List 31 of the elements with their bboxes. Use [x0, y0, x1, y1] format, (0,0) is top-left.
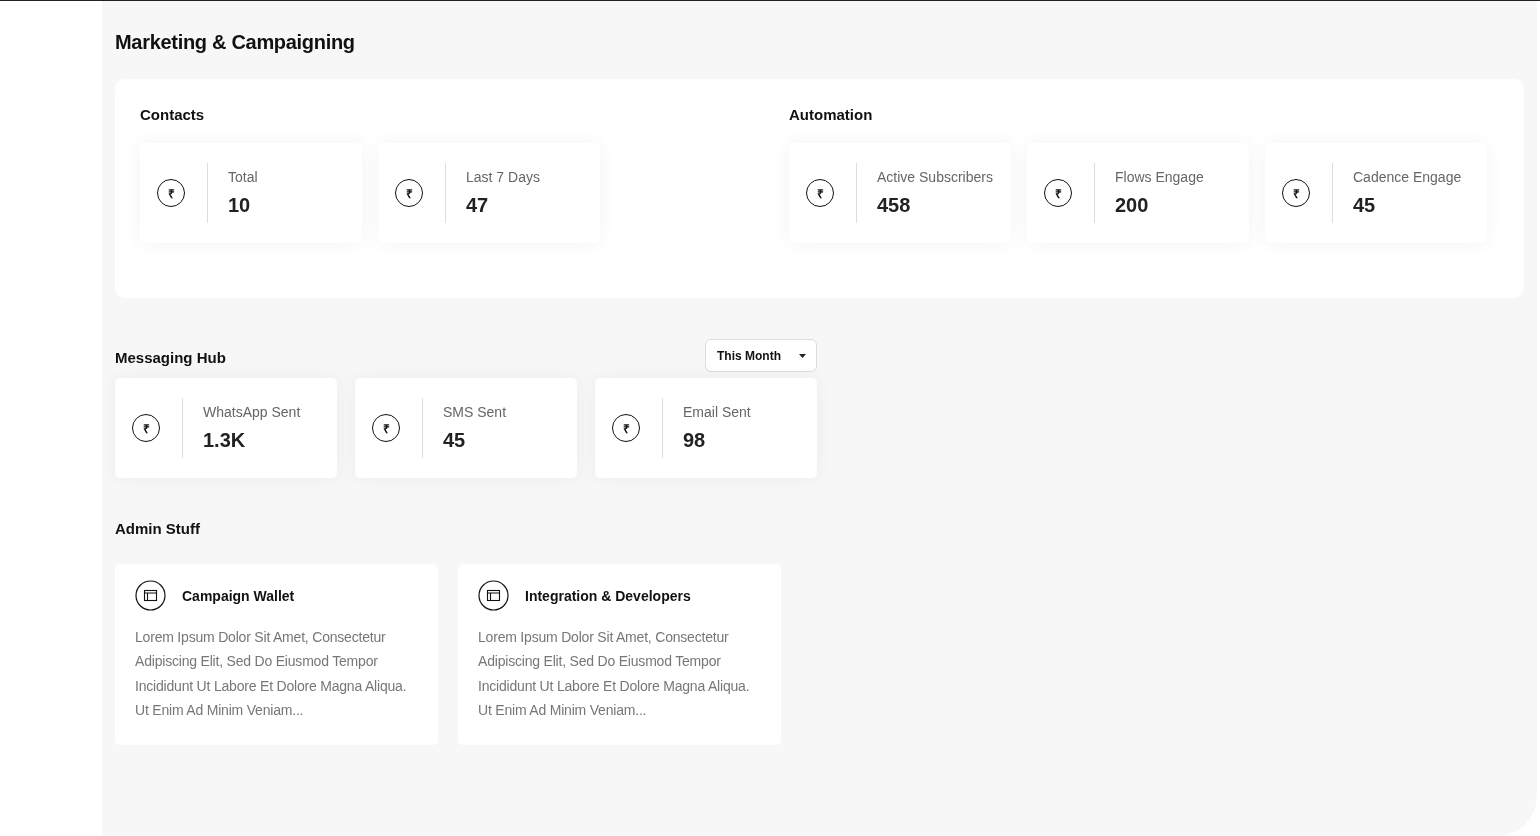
stat-value: 98: [683, 429, 707, 452]
stat-label: WhatsApp Sent: [203, 404, 301, 420]
card-description: Lorem Ipsum Dolor Sit Amet, Consectetur Adipiscing Elit, Sed Do Eiusmod Tempor Incididunt Ut Labore Et Dolore Magna Aliqua. Ut Enim Ad Minim Veniam...: [478, 628, 751, 720]
page-title: Marketing & Campaigning: [115, 31, 356, 54]
stat-value: 45: [443, 429, 467, 452]
stat-label: Active Subscribers: [877, 169, 993, 185]
card-title: Integration & Developers: [525, 587, 691, 604]
stat-value: 1.3K: [203, 429, 247, 452]
stat-label: Last 7 Days: [466, 169, 540, 185]
stat-label: Total: [228, 169, 258, 185]
section-heading: Messaging Hub: [115, 349, 226, 368]
layout-icon: [478, 580, 509, 611]
stat-label: Flows Engage: [1115, 169, 1204, 185]
caret-icon: [799, 353, 806, 358]
card-title: Campaign Wallet: [182, 587, 295, 604]
layout-icon: [135, 580, 166, 611]
stat-value: 10: [228, 194, 252, 217]
stat-label: Email Sent: [683, 404, 751, 420]
section-heading: Automation: [789, 106, 874, 123]
stat-label: SMS Sent: [443, 404, 507, 420]
stat-value: 458: [877, 194, 912, 217]
section-heading: Admin Stuff: [115, 520, 201, 539]
stat-value: 200: [1115, 194, 1150, 217]
admin-card[interactable]: Campaign Wallet Lorem Ipsum Dolor Sit Amet, Consectetur Adipiscing Elit, Sed Do Eiusmod Tempor Incididunt Ut Labore Et Dolore Magna Aliqua. Ut Enim Ad Minim Veniam...: [115, 564, 438, 745]
stat-value: 45: [1353, 194, 1377, 217]
admin-card[interactable]: Integration & Developers Lorem Ipsum Dolor Sit Amet, Consectetur Adipiscing Elit, Sed Do Eiusmod Tempor Incididunt Ut Labore Et Dolore Magna Aliqua. Ut Enim Ad Minim Veniam...: [458, 564, 781, 745]
stat-value: 47: [466, 194, 490, 217]
period-dropdown[interactable]: This Month: [705, 339, 817, 372]
card-description: Lorem Ipsum Dolor Sit Amet, Consectetur Adipiscing Elit, Sed Do Eiusmod Tempor Incididunt Ut Labore Et Dolore Magna Aliqua. Ut Enim Ad Minim Veniam...: [135, 628, 408, 720]
section-heading: Contacts: [140, 106, 206, 123]
stat-label: Cadence Engage: [1353, 169, 1462, 185]
